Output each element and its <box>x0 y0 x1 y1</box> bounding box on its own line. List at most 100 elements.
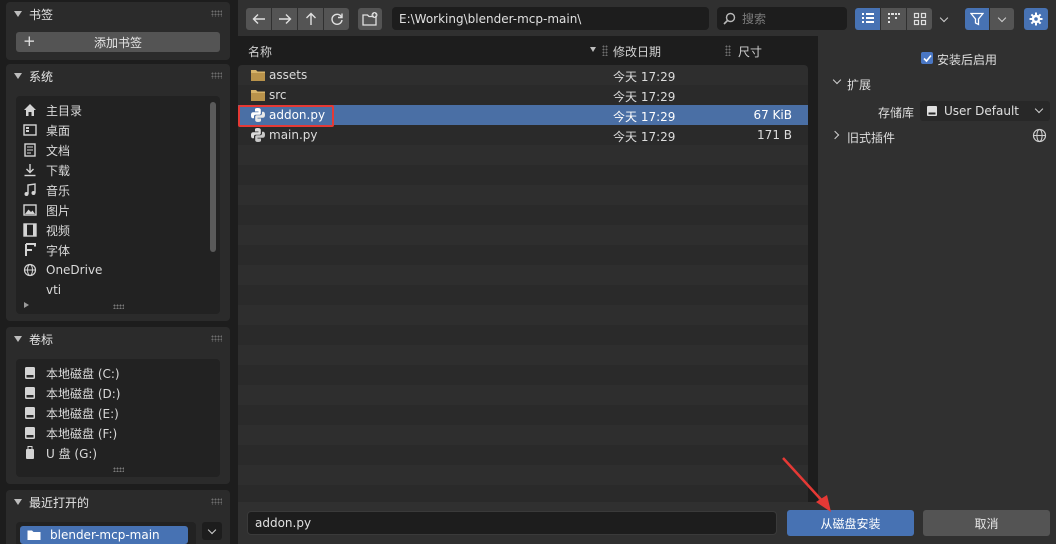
empty-row <box>238 225 808 245</box>
recent-dropdown-button[interactable] <box>202 522 222 540</box>
resize-grip-icon[interactable] <box>113 467 124 472</box>
documents-icon <box>22 142 38 158</box>
forward-button[interactable] <box>272 8 297 30</box>
sidebar-item-onedrive[interactable]: OneDrive <box>16 260 220 280</box>
display-settings-dropdown[interactable] <box>934 8 954 30</box>
empty-row <box>238 265 808 285</box>
drag-grip-icon[interactable] <box>211 335 222 342</box>
repository-icon <box>927 106 937 116</box>
file-row-main-py[interactable]: main.py 今天 17:29 171 B <box>238 125 808 145</box>
search-input[interactable]: 搜索 <box>717 7 847 30</box>
empty-row <box>238 345 808 365</box>
column-resize-grip[interactable] <box>725 45 731 56</box>
globe-icon[interactable] <box>1032 128 1047 143</box>
sidebar-item-disk-c[interactable]: 本地磁盘 (C:) <box>16 363 220 383</box>
sidebar-item-label: blender-mcp-main <box>50 528 160 542</box>
file-row-addon-py[interactable]: addon.py 今天 17:29 67 KiB <box>238 105 808 125</box>
empty-row <box>238 425 808 445</box>
refresh-button[interactable] <box>324 8 349 30</box>
sidebar-item-label: OneDrive <box>46 263 103 277</box>
sidebar-item-home[interactable]: 主目录 <box>16 100 220 120</box>
chevron-down-icon <box>1034 104 1044 114</box>
parent-directory-button[interactable] <box>298 8 323 30</box>
sidebar-item-pictures[interactable]: 图片 <box>16 200 220 220</box>
sidebar-item-fonts[interactable]: 字体 <box>16 240 220 260</box>
column-date-header[interactable]: 修改日期 <box>613 43 661 60</box>
view-horizontal-list-button[interactable] <box>881 8 906 30</box>
drag-grip-icon[interactable] <box>211 10 222 17</box>
sidebar-item-disk-f[interactable]: 本地磁盘 (F:) <box>16 423 220 443</box>
extensions-section-header[interactable]: 扩展 <box>832 75 1042 93</box>
file-rows: assets 今天 17:29 src 今天 17:29 addon.py 今天… <box>238 65 808 541</box>
checkmark-icon <box>922 54 932 62</box>
column-resize-grip[interactable] <box>602 45 608 56</box>
bookmarks-header[interactable]: 书签 <box>6 2 230 26</box>
gear-icon <box>1029 12 1043 26</box>
sidebar-item-disk-e[interactable]: 本地磁盘 (E:) <box>16 403 220 423</box>
sidebar-item-recent-blender-mcp-main[interactable]: blender-mcp-main <box>20 526 188 544</box>
sort-descending-icon[interactable] <box>590 47 596 52</box>
home-icon <box>22 102 38 118</box>
filename-field[interactable]: addon.py <box>247 511 777 535</box>
drag-grip-icon[interactable] <box>211 72 222 79</box>
disk-icon <box>22 405 38 421</box>
back-button[interactable] <box>246 8 271 30</box>
enable-after-install-checkbox[interactable] <box>921 52 933 64</box>
refresh-icon <box>330 13 343 25</box>
legacy-addons-section-header[interactable]: 旧式插件 <box>830 127 1052 145</box>
view-vertical-list-button[interactable] <box>855 8 880 30</box>
empty-row <box>238 285 808 305</box>
new-folder-button[interactable] <box>358 8 382 30</box>
folder-icon <box>251 90 265 101</box>
thumbnails-icon <box>913 12 926 26</box>
bookmarks-panel: 书签 + 添加书签 <box>6 2 230 60</box>
view-thumbnails-button[interactable] <box>907 8 932 30</box>
chevron-down-icon <box>939 13 949 22</box>
column-size-header[interactable]: 尺寸 <box>738 43 762 60</box>
folder-icon <box>22 282 38 298</box>
install-from-disk-button[interactable]: 从磁盘安装 <box>787 510 914 536</box>
resize-grip-icon[interactable] <box>113 304 124 309</box>
volumes-header[interactable]: 卷标 <box>6 327 230 351</box>
file-size: 171 B <box>757 128 792 142</box>
disk-icon <box>22 425 38 441</box>
repository-dropdown[interactable]: User Default <box>920 101 1050 121</box>
sidebar-item-disk-d[interactable]: 本地磁盘 (D:) <box>16 383 220 403</box>
sidebar-item-label: U 盘 (G:) <box>46 446 98 461</box>
file-name: src <box>269 88 287 102</box>
drag-grip-icon[interactable] <box>211 498 222 505</box>
add-bookmark-button[interactable]: + 添加书签 <box>16 32 220 52</box>
sidebar-item-music[interactable]: 音乐 <box>16 180 220 200</box>
sidebar-item-desktop[interactable]: 桌面 <box>16 120 220 140</box>
file-row-assets[interactable]: assets 今天 17:29 <box>238 65 808 85</box>
file-name: addon.py <box>269 108 326 122</box>
enable-after-install-label[interactable]: 安装后启用 <box>937 51 997 68</box>
column-name-header[interactable]: 名称 <box>248 43 272 60</box>
sidebar-item-documents[interactable]: 文档 <box>16 140 220 160</box>
empty-row <box>238 445 808 465</box>
sidebar-item-usb-g[interactable]: U 盘 (G:) <box>16 443 220 463</box>
empty-row <box>238 465 808 485</box>
filter-toggle-button[interactable] <box>965 8 989 30</box>
recent-header[interactable]: 最近打开的 <box>6 490 230 514</box>
file-name: assets <box>269 68 308 82</box>
python-file-icon <box>251 108 265 122</box>
recent-list: blender-mcp-main <box>16 522 196 544</box>
system-scrollbar[interactable] <box>210 102 216 252</box>
sidebar-item-downloads[interactable]: 下载 <box>16 160 220 180</box>
filter-dropdown[interactable] <box>990 8 1014 30</box>
file-list: 名称 修改日期 尺寸 assets 今天 17:29 src 今天 17:29 … <box>238 36 816 541</box>
file-row-src[interactable]: src 今天 17:29 <box>238 85 808 105</box>
cancel-button[interactable]: 取消 <box>923 510 1050 536</box>
settings-button[interactable] <box>1024 8 1048 30</box>
sidebar-item-videos[interactable]: 视频 <box>16 220 220 240</box>
collapse-triangle-icon <box>14 11 22 17</box>
system-list: 主目录 桌面 文档 下载 音乐 图片 视频 字体 OneDrive vti <box>16 96 220 314</box>
desktop-icon <box>22 122 38 138</box>
bookmarks-title: 书签 <box>29 7 54 22</box>
sidebar-item-vti[interactable]: vti <box>16 280 220 300</box>
expand-arrow-icon[interactable] <box>24 302 29 308</box>
system-header[interactable]: 系统 <box>6 64 230 88</box>
chevron-down-icon <box>997 13 1007 22</box>
path-field[interactable]: E:\Working\blender-mcp-main\ <box>392 7 709 30</box>
